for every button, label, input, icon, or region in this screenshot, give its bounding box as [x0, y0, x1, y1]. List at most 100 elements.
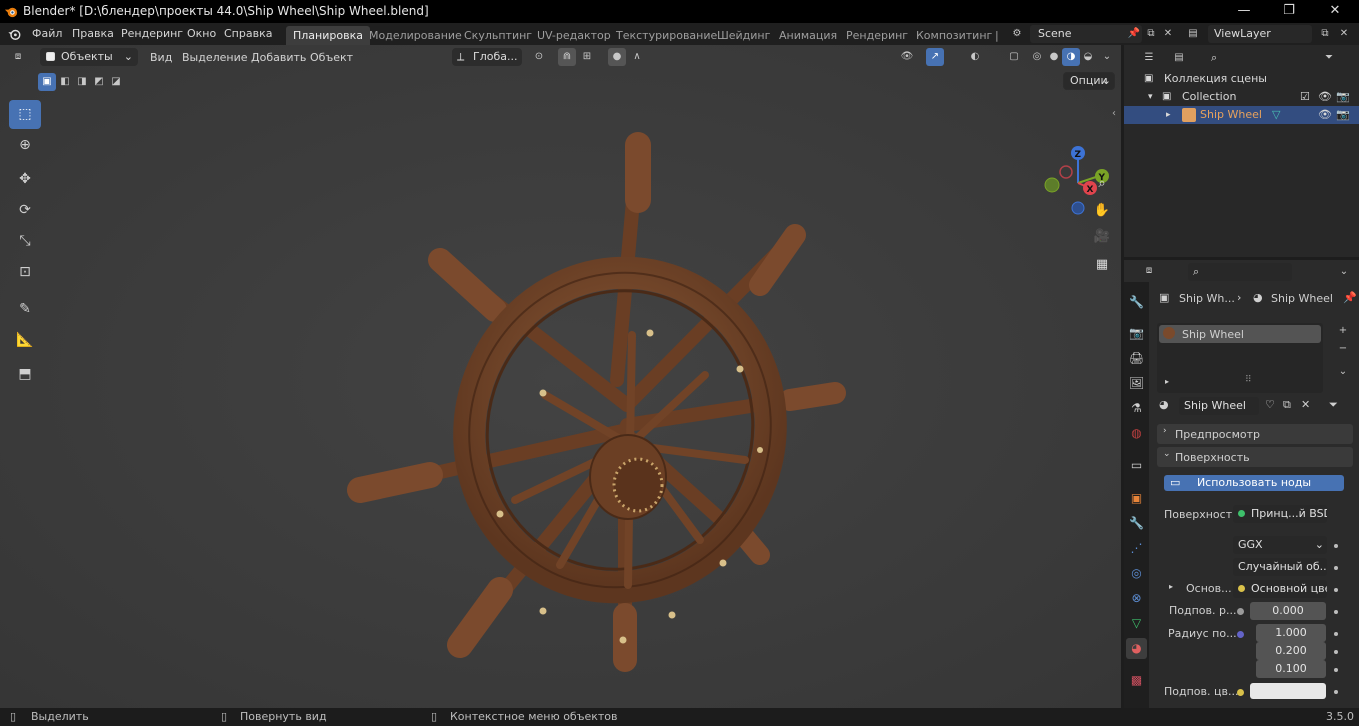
expand-arrow-icon[interactable]: ▸	[1165, 377, 1169, 386]
outliner-scene-collection[interactable]: ▣ Коллекция сцены	[1124, 70, 1359, 88]
keyframe-dot-icon[interactable]	[1334, 690, 1338, 694]
menu-file[interactable]: Файл	[32, 26, 62, 42]
radius-y-field[interactable]: 0.200	[1256, 642, 1326, 660]
camera-render-icon[interactable]: 📷	[1336, 88, 1350, 106]
outliner-editor-type-icon[interactable]: ☰	[1140, 49, 1158, 67]
menu-view[interactable]: Вид	[150, 50, 172, 66]
3d-viewport[interactable]: Z Y X ⧈ Объекты ⌄ Вид Выделение Добавить…	[0, 45, 1121, 708]
resize-grip-icon[interactable]: ⠿	[1245, 375, 1252, 385]
eye-icon[interactable]: 👁	[1318, 88, 1332, 106]
material-name-field[interactable]: Ship Wheel	[1179, 397, 1259, 415]
new-scene-icon[interactable]: ⧉	[1142, 25, 1160, 43]
select-box-tool[interactable]: ⬚	[9, 100, 41, 129]
scale-tool[interactable]: ⤡	[9, 227, 41, 256]
blender-menu-icon[interactable]	[7, 27, 22, 41]
chevron-down-icon[interactable]: ⌄	[1335, 263, 1353, 281]
constraints-tab-icon[interactable]: ⊗	[1126, 588, 1147, 609]
select-invert-icon[interactable]: ◩	[90, 73, 108, 91]
measure-tool[interactable]: 📐	[9, 326, 41, 355]
camera-render-icon[interactable]: 📷	[1336, 106, 1350, 124]
properties-editor-type-icon[interactable]: ⧈	[1140, 262, 1158, 280]
editor-type-icon[interactable]: ⧈	[9, 48, 27, 66]
tab-rendering[interactable]: Рендеринг	[839, 26, 915, 45]
add-slot-icon[interactable]: +	[1334, 322, 1352, 340]
rendered-shading-icon[interactable]: ◒	[1079, 48, 1097, 66]
material-slot-item[interactable]: Ship Wheel	[1159, 325, 1321, 343]
tab-layout[interactable]: Планировка	[286, 26, 370, 45]
material-tab-icon[interactable]: ◕	[1126, 638, 1147, 659]
viewlayer-name-field[interactable]: ViewLayer	[1208, 25, 1312, 43]
distribution-dropdown[interactable]: GGX ⌄	[1233, 536, 1327, 554]
pivot-icon[interactable]: ⊙	[530, 48, 548, 66]
modifier-tab-icon[interactable]: 🔧	[1126, 513, 1147, 534]
scene-tab-icon[interactable]: ⚗	[1126, 398, 1147, 419]
unlink-icon[interactable]: ✕	[1301, 398, 1310, 411]
use-nodes-button[interactable]: ▭ Использовать ноды	[1164, 475, 1344, 491]
tab-overflow[interactable]: |	[988, 26, 1006, 45]
outliner-object-row[interactable]: ▸ Ship Wheel ▽ 👁 📷	[1124, 106, 1359, 124]
physics-tab-icon[interactable]: ◎	[1126, 563, 1147, 584]
eye-icon[interactable]: 👁	[1318, 106, 1332, 124]
add-cube-tool[interactable]: ⬒	[9, 360, 41, 389]
menu-help[interactable]: Справка	[224, 26, 272, 42]
wireframe-shading-icon[interactable]: ◎	[1028, 48, 1046, 66]
radius-x-field[interactable]: 1.000	[1256, 624, 1326, 642]
select-extend-icon[interactable]: ◧	[56, 73, 74, 91]
select-subtract-icon[interactable]: ◨	[73, 73, 91, 91]
delete-viewlayer-icon[interactable]: ✕	[1335, 25, 1353, 43]
rotate-tool[interactable]: ⟳	[9, 196, 41, 225]
visibility-icon[interactable]: 👁	[898, 48, 916, 66]
node-link-icon[interactable]: ⏷	[1329, 398, 1338, 412]
tab-texture-paint[interactable]: Текстурирование	[609, 26, 724, 45]
collection-tab-icon[interactable]: ▭	[1126, 455, 1147, 476]
transform-tool[interactable]: ⊡	[9, 258, 41, 287]
panel-preview-header[interactable]: › Предпросмотр	[1157, 424, 1353, 444]
output-tab-icon[interactable]: 🖨	[1126, 348, 1147, 369]
menu-window[interactable]: Окно	[187, 26, 216, 42]
pin-icon[interactable]: 📌	[1343, 291, 1357, 304]
object-tab-icon[interactable]: ▣	[1126, 488, 1147, 509]
shading-options-icon[interactable]: ⌄	[1098, 48, 1116, 66]
slot-specials-icon[interactable]: ⌄	[1334, 363, 1352, 381]
select-new-icon[interactable]: ▣	[38, 73, 56, 91]
expand-arrow-icon[interactable]: ▸	[1169, 582, 1173, 591]
subsurface-color-swatch[interactable]	[1250, 683, 1326, 699]
filter-icon[interactable]: ⏷	[1320, 49, 1338, 67]
overlays-icon[interactable]: ◐	[966, 48, 984, 66]
select-intersect-icon[interactable]: ◪	[107, 73, 125, 91]
transform-orientation-dropdown[interactable]: ⟂ Глоба...	[452, 48, 522, 66]
options-dropdown[interactable]: Опции ⌄	[1063, 72, 1115, 90]
tool-tab-icon[interactable]: 🔧	[1126, 292, 1147, 313]
subsurface-value-field[interactable]: 0.000	[1250, 602, 1326, 620]
menu-render[interactable]: Рендеринг	[121, 26, 183, 42]
mesh-data-icon[interactable]: ▽	[1272, 106, 1280, 124]
keyframe-dot-icon[interactable]	[1334, 588, 1338, 592]
sidebar-toggle-icon[interactable]: ‹	[1112, 108, 1116, 119]
keyframe-dot-icon[interactable]	[1334, 632, 1338, 636]
tab-shading[interactable]: Шейдинг	[710, 26, 777, 45]
fake-user-icon[interactable]: ♡	[1265, 398, 1275, 411]
outliner-collection-row[interactable]: ▾ ▣ Collection ☑ 👁 📷	[1124, 88, 1359, 106]
duplicate-icon[interactable]: ⧉	[1283, 398, 1291, 412]
falloff-icon[interactable]: ∧	[628, 48, 646, 66]
camera-view-icon[interactable]: 🎥	[1090, 225, 1114, 249]
move-tool[interactable]: ✥	[9, 165, 41, 194]
particles-tab-icon[interactable]: ⋰	[1126, 538, 1147, 559]
proportional-edit-icon[interactable]: ●	[608, 48, 626, 66]
pin-icon[interactable]: 📌	[1125, 25, 1143, 43]
annotate-tool[interactable]: ✎	[9, 295, 41, 324]
tab-animation[interactable]: Анимация	[772, 26, 844, 45]
snap-target-icon[interactable]: ⊞	[578, 48, 596, 66]
zoom-icon[interactable]: ⌕	[1090, 172, 1114, 196]
base-color-field[interactable]: Основной цвет	[1233, 580, 1327, 598]
surface-shader-field[interactable]: Принц...й BSDF	[1233, 505, 1327, 523]
scene-selector-icon[interactable]: ⚙	[1008, 25, 1026, 43]
close-button[interactable]: ✕	[1312, 0, 1358, 23]
menu-object[interactable]: Объект	[310, 50, 353, 66]
gizmo-toggle-icon[interactable]: ↗	[926, 48, 944, 66]
keyframe-dot-icon[interactable]	[1334, 668, 1338, 672]
snap-icon[interactable]: ⋒	[558, 48, 576, 66]
data-tab-icon[interactable]: ▽	[1126, 613, 1147, 634]
tab-compositing[interactable]: Композитинг	[909, 26, 999, 45]
viewport-canvas[interactable]: Z Y X	[0, 45, 1121, 708]
